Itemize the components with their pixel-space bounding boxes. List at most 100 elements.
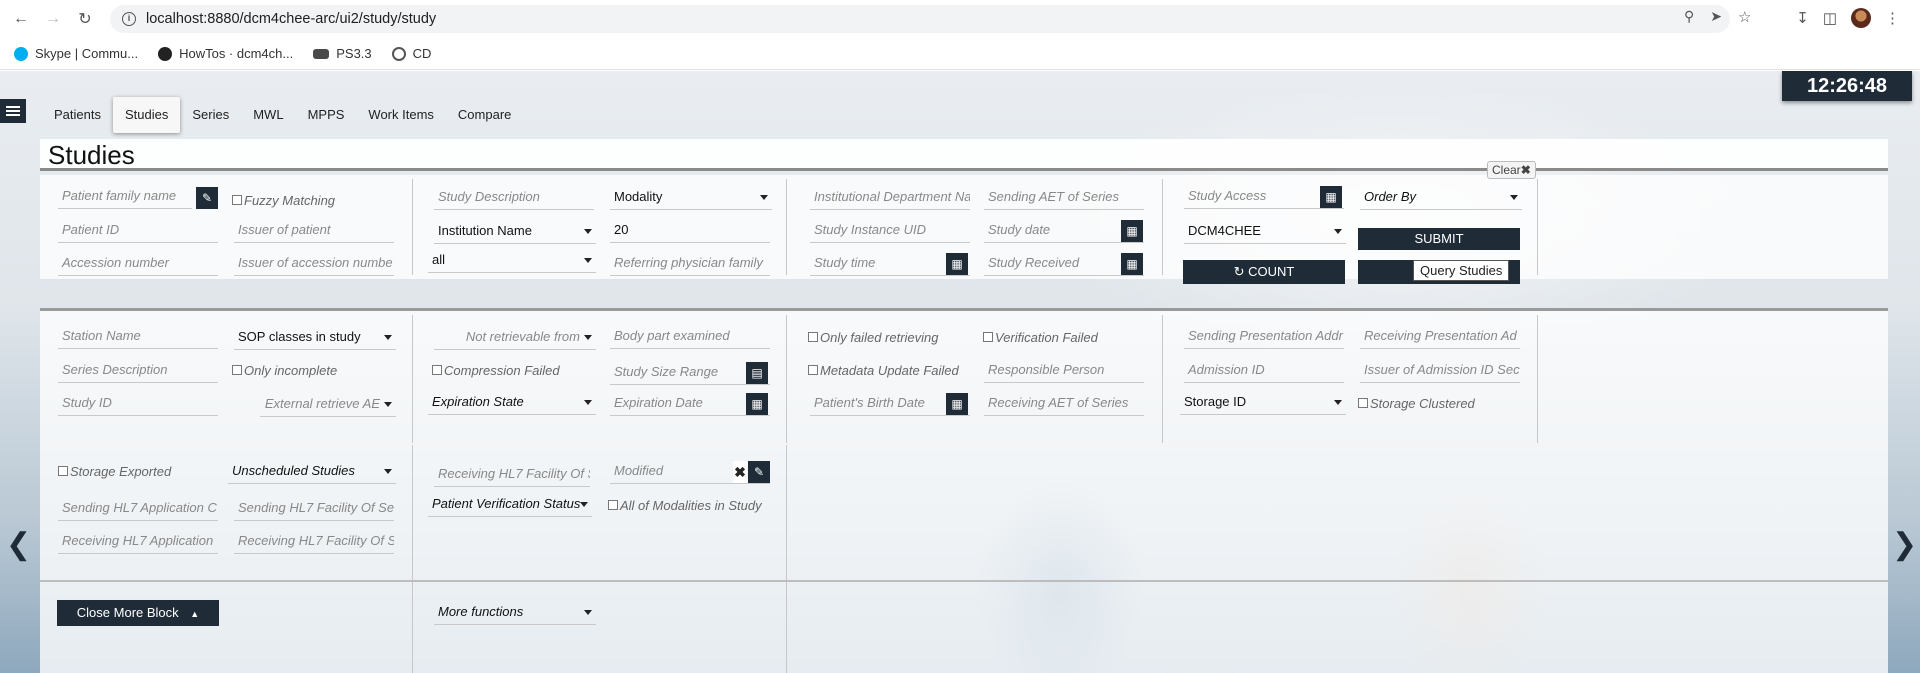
verification-failed-checkbox[interactable]: Verification Failed [983,329,1098,345]
study-instance-uid-input[interactable]: Study Instance UID [810,217,970,243]
only-failed-retrieving-checkbox[interactable]: Only failed retrieving [808,329,939,345]
all-select[interactable]: all [428,247,596,273]
storage-id-select[interactable]: Storage ID [1180,389,1346,415]
download-icon[interactable]: ↧ [1796,9,1809,27]
calendar-icon[interactable]: ▦ [946,393,968,415]
metadata-update-failed-checkbox[interactable]: Metadata Update Failed [808,362,959,378]
clock-display: 12:26:48 [1782,71,1912,101]
expiration-state-select[interactable]: Expiration State [428,389,596,415]
body-part-input[interactable]: Body part examined [610,323,770,349]
edit-pencil-icon[interactable]: ✎ [748,461,770,483]
sending-hl7-application-input[interactable]: Sending HL7 Application C [58,495,218,521]
limit-input[interactable]: 20 [610,217,770,243]
caret-down-icon [384,402,392,407]
accession-number-input[interactable]: Accession number [58,250,218,276]
divider [1537,179,1538,275]
compression-failed-checkbox[interactable]: Compression Failed [432,362,560,378]
modality-select[interactable]: Modality [610,184,772,210]
issuer-admission-input[interactable]: Issuer of Admission ID Sec [1360,357,1520,383]
tab-work-items[interactable]: Work Items [356,97,446,133]
calendar-icon[interactable]: ▦ [746,393,768,415]
calendar-icon[interactable]: ▦ [1320,186,1342,208]
page-title: Studies [48,140,135,170]
calendar-icon[interactable]: ▦ [1121,220,1143,242]
caret-down-icon [760,195,768,200]
bookmark-star-icon[interactable]: ☆ [1738,8,1751,26]
tab-patients[interactable]: Patients [42,97,113,133]
next-arrow-icon[interactable]: ❯ [1892,527,1917,562]
share-icon[interactable]: ➤ [1710,8,1722,26]
count-button[interactable]: ↻ COUNT [1183,260,1345,284]
bookmark-ps33[interactable]: PS3.3 [313,46,372,61]
patient-family-name-input[interactable]: Patient family name [58,183,192,209]
hamburger-menu-button[interactable] [0,99,26,123]
previous-arrow-icon[interactable]: ❮ [6,527,31,562]
fuzzy-matching-checkbox[interactable]: Fuzzy Matching [232,192,335,208]
referring-physician-input[interactable]: Referring physician family [610,250,770,276]
station-name-input[interactable]: Station Name [58,323,218,349]
tab-studies[interactable]: Studies [112,97,181,133]
series-description-input[interactable]: Series Description [58,357,218,383]
back-icon[interactable]: ← [10,8,32,30]
caret-down-icon [384,335,392,340]
issuer-of-accession-input[interactable]: Issuer of accession numbe [234,250,394,276]
only-incomplete-checkbox[interactable]: Only incomplete [232,362,337,378]
divider [412,179,413,275]
unscheduled-studies-select[interactable]: Unscheduled Studies [228,458,396,484]
admission-id-input[interactable]: Admission ID [1184,357,1344,383]
receiving-aet-input[interactable]: Receiving AET of Series [984,390,1144,416]
aet-select[interactable]: DCM4CHEE [1184,218,1346,244]
submit-button[interactable]: SUBMIT [1358,228,1520,250]
tab-series[interactable]: Series [180,97,241,133]
responsible-person-input[interactable]: Responsible Person [984,357,1144,383]
edit-pencil-icon[interactable]: ✎ [196,187,218,209]
study-description-input[interactable]: Study Description [434,184,594,210]
clear-x-icon[interactable]: ✖ [733,461,747,483]
sending-presentation-input[interactable]: Sending Presentation Addr [1184,323,1344,349]
forward-icon[interactable]: → [42,8,64,30]
sop-classes-select[interactable]: SOP classes in study [234,324,396,350]
storage-exported-checkbox[interactable]: Storage Exported [58,463,171,479]
document-icon[interactable]: ▤ [746,362,768,384]
caret-down-icon [1334,400,1342,405]
address-bar[interactable]: i localhost:8880/dcm4chee-arc/ui2/study/… [110,5,1730,33]
receiving-hl7-facility-input[interactable]: Receiving HL7 Facility Of S [434,461,590,487]
caret-down-icon [584,258,592,263]
more-menu-icon[interactable]: ⋮ [1885,9,1900,27]
zoom-icon[interactable]: ⚲ [1684,8,1694,26]
avatar[interactable] [1851,8,1871,28]
receiving-hl7-application-input[interactable]: Receiving HL7 Application [58,528,218,554]
more-functions-select[interactable]: More functions [434,599,596,625]
sending-hl7-facility-input[interactable]: Sending HL7 Facility Of Se [234,495,394,521]
url-text[interactable]: localhost:8880/dcm4chee-arc/ui2/study/st… [146,11,436,27]
tab-mpps[interactable]: MPPS [296,97,357,133]
study-id-input[interactable]: Study ID [58,390,218,416]
institutional-department-input[interactable]: Institutional Department Na [810,184,970,210]
study-received-input[interactable]: Study Received [984,250,1144,276]
order-by-select[interactable]: Order By [1360,184,1522,210]
tab-mwl[interactable]: MWL [241,97,295,133]
patient-verification-status-select[interactable]: Patient Verification Status [428,491,592,517]
calendar-icon[interactable]: ▦ [946,253,968,275]
bookmark-skype[interactable]: Skype | Commu... [14,46,138,61]
reload-icon[interactable]: ↻ [74,8,96,30]
info-icon[interactable]: i [122,12,136,26]
all-modalities-checkbox[interactable]: All of Modalities in Study [608,497,762,513]
receiving-presentation-input[interactable]: Receiving Presentation Ad [1360,323,1520,349]
bookmark-howtos[interactable]: HowTos · dcm4ch... [158,46,293,61]
study-date-input[interactable]: Study date [984,217,1144,243]
bookmark-cd[interactable]: CD [391,46,431,61]
not-retrievable-select[interactable]: Not retrievable from [434,324,596,350]
issuer-of-patient-input[interactable]: Issuer of patient [234,217,394,243]
patient-id-input[interactable]: Patient ID [58,217,218,243]
clear-button[interactable]: Clear✖ [1487,161,1536,179]
tab-compare[interactable]: Compare [446,97,523,133]
external-retrieve-select[interactable]: External retrieve AE [260,391,396,417]
sidepanel-icon[interactable]: ◫ [1823,9,1837,27]
sending-aet-input[interactable]: Sending AET of Series [984,184,1144,210]
calendar-icon[interactable]: ▦ [1121,253,1143,275]
storage-clustered-checkbox[interactable]: Storage Clustered [1358,395,1475,411]
institution-name-select[interactable]: Institution Name [434,218,596,244]
close-more-block-button[interactable]: Close More Block ▲ [57,600,219,626]
receiving-hl7-facility-input-2[interactable]: Receiving HL7 Facility Of S [234,528,394,554]
